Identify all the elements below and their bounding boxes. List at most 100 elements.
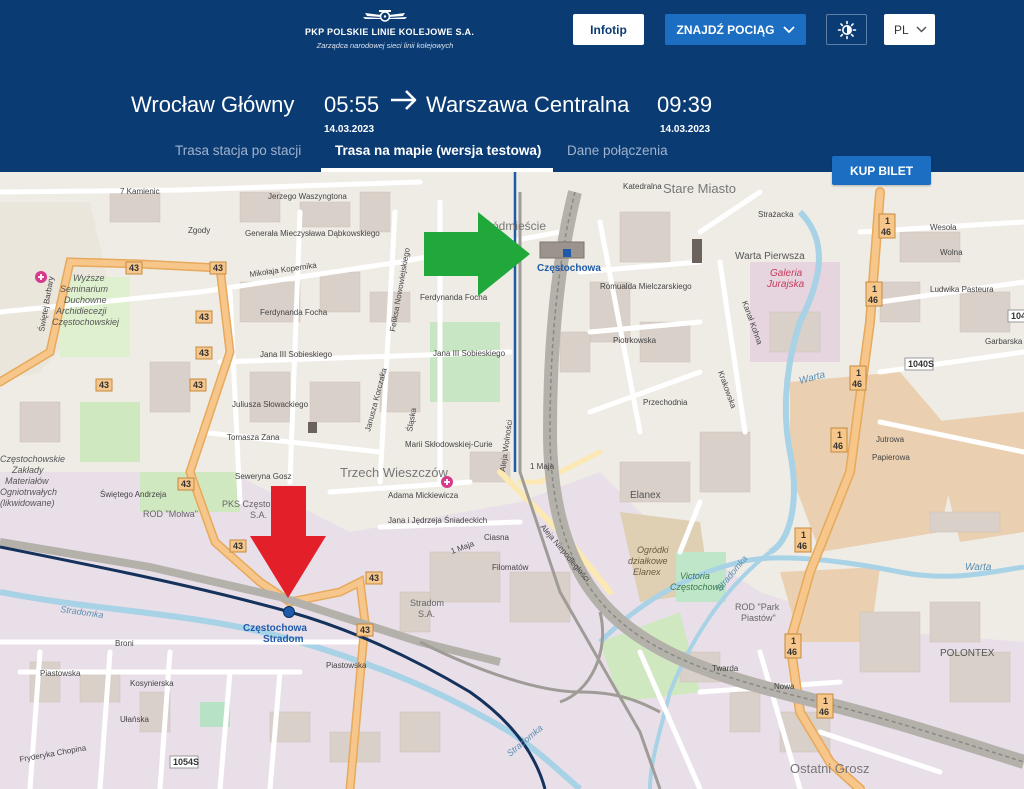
svg-text:Romualda Mielczarskiego: Romualda Mielczarskiego — [600, 282, 692, 291]
svg-text:Jana III Sobieskiego: Jana III Sobieskiego — [260, 350, 333, 359]
svg-text:(likwidowane): (likwidowane) — [0, 498, 55, 508]
svg-text:ROD "Park: ROD "Park — [735, 602, 780, 612]
find-train-button[interactable]: ZNAJDŹ POCIĄG — [665, 14, 806, 45]
svg-text:Adama Mickiewicza: Adama Mickiewicza — [388, 491, 459, 500]
svg-text:Broni: Broni — [115, 639, 134, 648]
theme-toggle-button[interactable] — [826, 14, 867, 45]
svg-text:Victoria: Victoria — [680, 571, 710, 581]
svg-text:46: 46 — [868, 295, 878, 305]
logo-subtitle: Zarządca narodowej sieci linii kolejowyc… — [316, 41, 454, 50]
route-map[interactable]: Częstochowa Częstochowa Stradom 43 43 43… — [0, 172, 1024, 789]
svg-text:43: 43 — [233, 541, 243, 551]
chevron-down-icon — [916, 26, 927, 33]
svg-text:1: 1 — [872, 284, 877, 294]
svg-text:Częstochowskiej: Częstochowskiej — [52, 317, 120, 327]
svg-text:Świętego Andrzeja: Świętego Andrzeja — [100, 490, 167, 499]
svg-text:Ułańska: Ułańska — [120, 715, 149, 724]
svg-text:Twarda: Twarda — [712, 664, 739, 673]
station-label-czestochowa: Częstochowa — [537, 263, 601, 274]
svg-text:Nowa: Nowa — [774, 682, 795, 691]
church-icon — [692, 239, 702, 263]
svg-text:Jutrowa: Jutrowa — [876, 435, 905, 444]
svg-text:POLONTEX: POLONTEX — [940, 648, 995, 659]
svg-text:Piastowska: Piastowska — [326, 661, 367, 670]
svg-text:1040S: 1040S — [1011, 311, 1024, 321]
tab-connection-details[interactable]: Dane połączenia — [567, 143, 668, 158]
svg-text:Strażacka: Strażacka — [758, 210, 794, 219]
svg-text:Piastowska: Piastowska — [40, 669, 81, 678]
label-stare-miasto: Stare Miasto — [663, 181, 736, 196]
language-select[interactable]: PL — [884, 14, 935, 45]
svg-text:Ogniotrwałych: Ogniotrwałych — [0, 487, 57, 497]
svg-text:działkowe: działkowe — [628, 556, 668, 566]
svg-text:Marii Skłodowskiej-Curie: Marii Skłodowskiej-Curie — [405, 440, 493, 449]
label-trzech-wieszczow: Trzech Wieszczów — [340, 465, 448, 480]
tab-map-route[interactable]: Trasa na mapie (wersja testowa) — [335, 143, 541, 158]
svg-text:Materiałów: Materiałów — [5, 476, 49, 486]
svg-text:Ferdynanda Focha: Ferdynanda Focha — [260, 308, 328, 317]
svg-text:Juliusza Słowackiego: Juliusza Słowackiego — [232, 400, 309, 409]
svg-text:43: 43 — [129, 263, 139, 273]
svg-text:43: 43 — [360, 625, 370, 635]
svg-text:Ogródki: Ogródki — [637, 545, 670, 555]
svg-text:1: 1 — [885, 216, 890, 226]
svg-text:43: 43 — [369, 573, 379, 583]
svg-text:43: 43 — [199, 348, 209, 358]
tab-station-by-station[interactable]: Trasa stacja po stacji — [175, 143, 301, 158]
svg-text:Seminarium: Seminarium — [60, 284, 109, 294]
svg-text:46: 46 — [819, 707, 829, 717]
svg-text:Garbarska: Garbarska — [985, 337, 1023, 346]
svg-text:46: 46 — [787, 647, 797, 657]
svg-text:43: 43 — [181, 479, 191, 489]
svg-text:Jurajska: Jurajska — [766, 279, 805, 290]
station-label-stradom-1: Częstochowa — [243, 623, 307, 634]
svg-text:PKS Często: PKS Często — [222, 499, 271, 509]
svg-text:7 Kamienic: 7 Kamienic — [120, 187, 160, 196]
svg-text:Filomatów: Filomatów — [492, 563, 529, 572]
svg-text:Elanex: Elanex — [633, 567, 661, 577]
svg-text:1: 1 — [837, 430, 842, 440]
logo-title: PKP POLSKIE LINIE KOLEJOWE S.A. — [305, 27, 475, 37]
svg-text:1054S: 1054S — [173, 757, 199, 767]
svg-text:Duchowne: Duchowne — [64, 295, 107, 305]
svg-text:Jana III Sobieskiego: Jana III Sobieskiego — [433, 349, 506, 358]
departure-date: 14.03.2023 — [324, 124, 375, 135]
svg-text:ROD "Molwa": ROD "Molwa" — [143, 509, 198, 519]
svg-text:43: 43 — [99, 380, 109, 390]
app-header: PKP POLSKIE LINIE KOLEJOWE S.A. Zarządca… — [0, 0, 1024, 172]
svg-text:Jana i Jędrzeja Śniadeckich: Jana i Jędrzeja Śniadeckich — [388, 516, 487, 525]
svg-text:Archidiecezji: Archidiecezji — [55, 306, 108, 316]
svg-text:S.A.: S.A. — [250, 510, 267, 520]
svg-text:Tomasza Zana: Tomasza Zana — [227, 433, 280, 442]
svg-text:1: 1 — [856, 368, 861, 378]
svg-text:S.A.: S.A. — [418, 609, 435, 619]
svg-text:46: 46 — [797, 541, 807, 551]
svg-text:1: 1 — [823, 696, 828, 706]
svg-text:Papierowa: Papierowa — [872, 453, 910, 462]
language-value: PL — [894, 22, 909, 37]
svg-text:Stradom: Stradom — [410, 598, 444, 608]
svg-text:Częstochowskie: Częstochowskie — [0, 454, 65, 464]
departure-time: 05:55 — [324, 92, 380, 117]
arrow-right-icon — [391, 90, 417, 110]
svg-text:Seweryna Gosz: Seweryna Gosz — [235, 472, 291, 481]
svg-text:1: 1 — [791, 636, 796, 646]
find-train-label: ZNAJDŹ POCIĄG — [676, 22, 775, 37]
svg-text:Kosynierska: Kosynierska — [130, 679, 174, 688]
svg-text:46: 46 — [881, 227, 891, 237]
arrival-time: 09:39 — [657, 92, 713, 117]
svg-text:43: 43 — [193, 380, 203, 390]
sun-icon — [837, 20, 856, 39]
svg-text:Piotrkowska: Piotrkowska — [613, 336, 657, 345]
pkp-logo[interactable]: PKP POLSKIE LINIE KOLEJOWE S.A. Zarządca… — [305, 8, 475, 50]
infotip-button[interactable]: Infotip — [573, 14, 644, 45]
map-canvas[interactable]: Częstochowa Częstochowa Stradom 43 43 43… — [0, 172, 1024, 789]
svg-text:46: 46 — [833, 441, 843, 451]
svg-text:Galeria: Galeria — [770, 268, 803, 279]
station-label-stradom-2: Stradom — [263, 634, 304, 645]
buy-ticket-button[interactable]: KUP BILET — [832, 156, 931, 185]
svg-text:Wolna: Wolna — [940, 248, 963, 257]
svg-text:Przechodnia: Przechodnia — [643, 398, 688, 407]
arrival-date: 14.03.2023 — [660, 124, 711, 135]
svg-text:1: 1 — [801, 530, 806, 540]
